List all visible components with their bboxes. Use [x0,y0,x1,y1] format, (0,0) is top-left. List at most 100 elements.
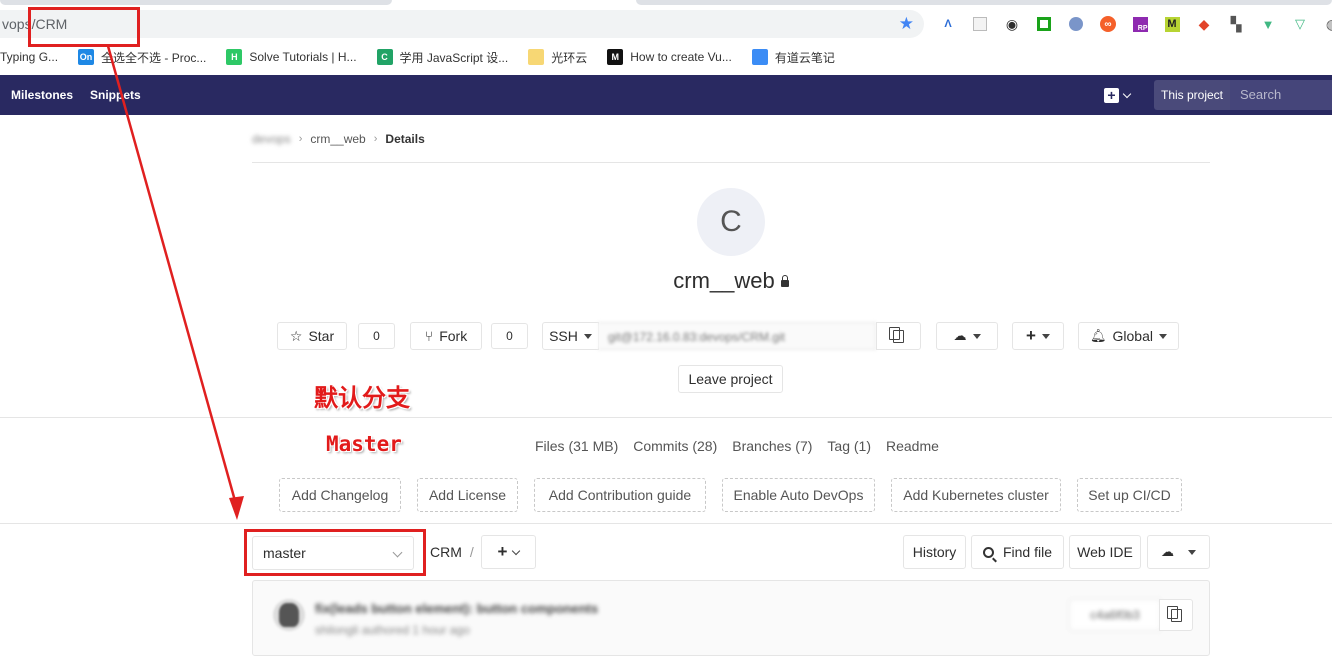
new-dropdown-button[interactable]: + [1104,86,1140,104]
divider [0,523,1332,524]
bookmark-label: 学用 JavaScript 设... [399,50,509,65]
browser-tab[interactable] [636,0,1332,5]
copy-sha-button[interactable] [1159,599,1193,631]
add-dropdown-button[interactable]: + [1012,322,1064,350]
find-file-button[interactable]: Find file [971,535,1064,569]
bookmark-medium-icon: M [607,49,624,65]
repo-path: CRM / [430,544,474,560]
bookmark-item[interactable]: H Solve Tutorials | H... [226,49,357,65]
commit-meta: shilongli authored 1 hour ago [315,623,470,637]
fork-button-label: Fork [439,328,468,344]
bookmark-item[interactable]: C 学用 JavaScript 设... [376,49,509,66]
caret-down-icon [972,333,981,339]
extension-infinity-icon[interactable]: ∞ [1096,14,1120,34]
plus-icon: + [1026,326,1036,345]
bookmark-label: Solve Tutorials | H... [249,50,357,64]
download-dropdown-button[interactable]: ☁ [936,322,998,350]
add-changelog-button[interactable]: Add Changelog [279,478,401,512]
extension-globe-icon[interactable]: ◍ [1320,14,1332,34]
breadcrumb-group[interactable]: devops [252,132,291,146]
repo-path-root[interactable]: CRM [430,544,462,560]
fork-button[interactable]: ⑂ Fork [410,322,482,350]
extension-toolbar: Λ ◉ ∞ RP M ◆ ▚ ▼ ▽ ◍ [936,14,1332,34]
bookmark-item[interactable]: Typing G... [0,50,58,64]
download-cloud-icon: ☁ [1161,544,1174,559]
stats-branches-link[interactable]: Branches (7) [732,438,812,454]
chevron-down-icon [1122,89,1132,98]
commit-sha-link[interactable]: c4a6f0b3 [1069,599,1161,631]
copy-url-button[interactable] [876,322,921,350]
search-scope-badge[interactable]: This project [1154,80,1230,110]
fork-count[interactable]: 0 [491,323,528,349]
last-commit-panel: fix(leads button element): button compon… [252,580,1210,656]
extension-vue-devtools-icon[interactable]: ▽ [1288,14,1312,34]
browser-tab-strip [0,0,1332,8]
stats-commits-link[interactable]: Commits (28) [633,438,717,454]
extension-tools-icon[interactable]: ▚ [1224,14,1248,34]
commit-author-avatar[interactable] [273,599,305,631]
bookmark-item[interactable]: 光环云 [528,49,587,66]
nav-snippets-link[interactable]: Snippets [90,88,141,102]
extension-rp-icon[interactable]: RP [1128,14,1152,34]
bookmark-item[interactable]: M How to create Vu... [607,49,732,65]
notification-dropdown-button[interactable]: 🔔︎ Global [1078,322,1179,350]
search-input[interactable]: Search [1230,80,1332,110]
project-avatar: C [697,188,765,256]
add-to-tree-dropdown[interactable]: + [481,535,536,569]
web-ide-button[interactable]: Web IDE [1069,535,1141,569]
plus-icon: + [1104,87,1119,103]
caret-down-icon [1041,333,1050,339]
bookmark-item[interactable]: 有道云笔记 [751,49,835,66]
bookmark-hackerrank-icon: H [226,49,243,65]
extension-gitlab-icon[interactable]: ◆ [1192,14,1216,34]
extension-blue-circle-icon[interactable] [1064,14,1088,34]
stats-files-link[interactable]: Files (31 MB) [535,438,618,454]
project-stats: Files (31 MB) Commits (28) Branches (7) … [535,438,939,454]
stats-tags-link[interactable]: Tag (1) [827,438,871,454]
clone-protocol-dropdown[interactable]: SSH [542,322,599,350]
add-license-button[interactable]: Add License [417,478,518,512]
add-contribution-guide-button[interactable]: Add Contribution guide [534,478,706,512]
bookmark-star-icon[interactable]: ★ [899,14,914,34]
extension-eye-icon[interactable]: ◉ [1000,14,1024,34]
download-dropdown-button[interactable]: ☁ [1147,535,1210,569]
extension-grid-icon[interactable] [968,14,992,34]
bookmarks-bar: Typing G... On 全选全不选 - Proc... H Solve Tutor… [0,46,1332,68]
browser-tab[interactable] [0,0,392,5]
enable-auto-devops-button[interactable]: Enable Auto DevOps [722,478,875,512]
copy-icon [1166,605,1182,622]
star-count[interactable]: 0 [358,323,395,349]
divider [252,162,1210,163]
star-button[interactable]: ☆ Star [277,322,347,350]
bookmark-c-icon: C [376,49,393,65]
breadcrumb-separator-icon: › [298,133,303,145]
setup-cicd-button[interactable]: Set up CI/CD [1077,478,1182,512]
clone-url-input[interactable]: git@172.16.0.83:devops/CRM.git [598,322,876,350]
extension-a-icon[interactable]: Λ [936,14,960,34]
stats-readme-link[interactable]: Readme [886,438,939,454]
bookmark-label: 全选全不选 - Proc... [101,50,207,65]
star-outline-icon: ☆ [289,327,303,344]
leave-project-button[interactable]: Leave project [678,365,783,393]
bookmark-label: How to create Vu... [630,50,732,64]
chevron-down-icon [512,546,521,555]
extension-green-square-icon[interactable] [1032,14,1056,34]
clone-protocol-label: SSH [549,328,578,344]
extension-vue-icon[interactable]: ▼ [1256,14,1280,34]
bookmark-item[interactable]: On 全选全不选 - Proc... [78,49,206,66]
annotation-master-label: Master [326,432,402,456]
download-cloud-icon: ☁ [953,328,967,343]
find-file-label: Find file [1002,544,1053,560]
bookmark-label: 有道云笔记 [774,50,835,65]
add-kubernetes-cluster-button[interactable]: Add Kubernetes cluster [891,478,1061,512]
commit-title-link[interactable]: fix(leads button element): button compon… [315,601,598,616]
caret-down-icon [1158,333,1167,339]
project-title: crm__web [600,268,862,294]
breadcrumb-project[interactable]: crm__web [310,132,365,146]
project-name: crm__web [673,268,775,293]
nav-milestones-link[interactable]: Milestones [11,88,73,102]
breadcrumb: devops › crm__web › Details [252,132,425,146]
extension-m-icon[interactable]: M [1160,14,1184,34]
history-button[interactable]: History [903,535,966,569]
breadcrumb-current[interactable]: Details [385,132,424,146]
